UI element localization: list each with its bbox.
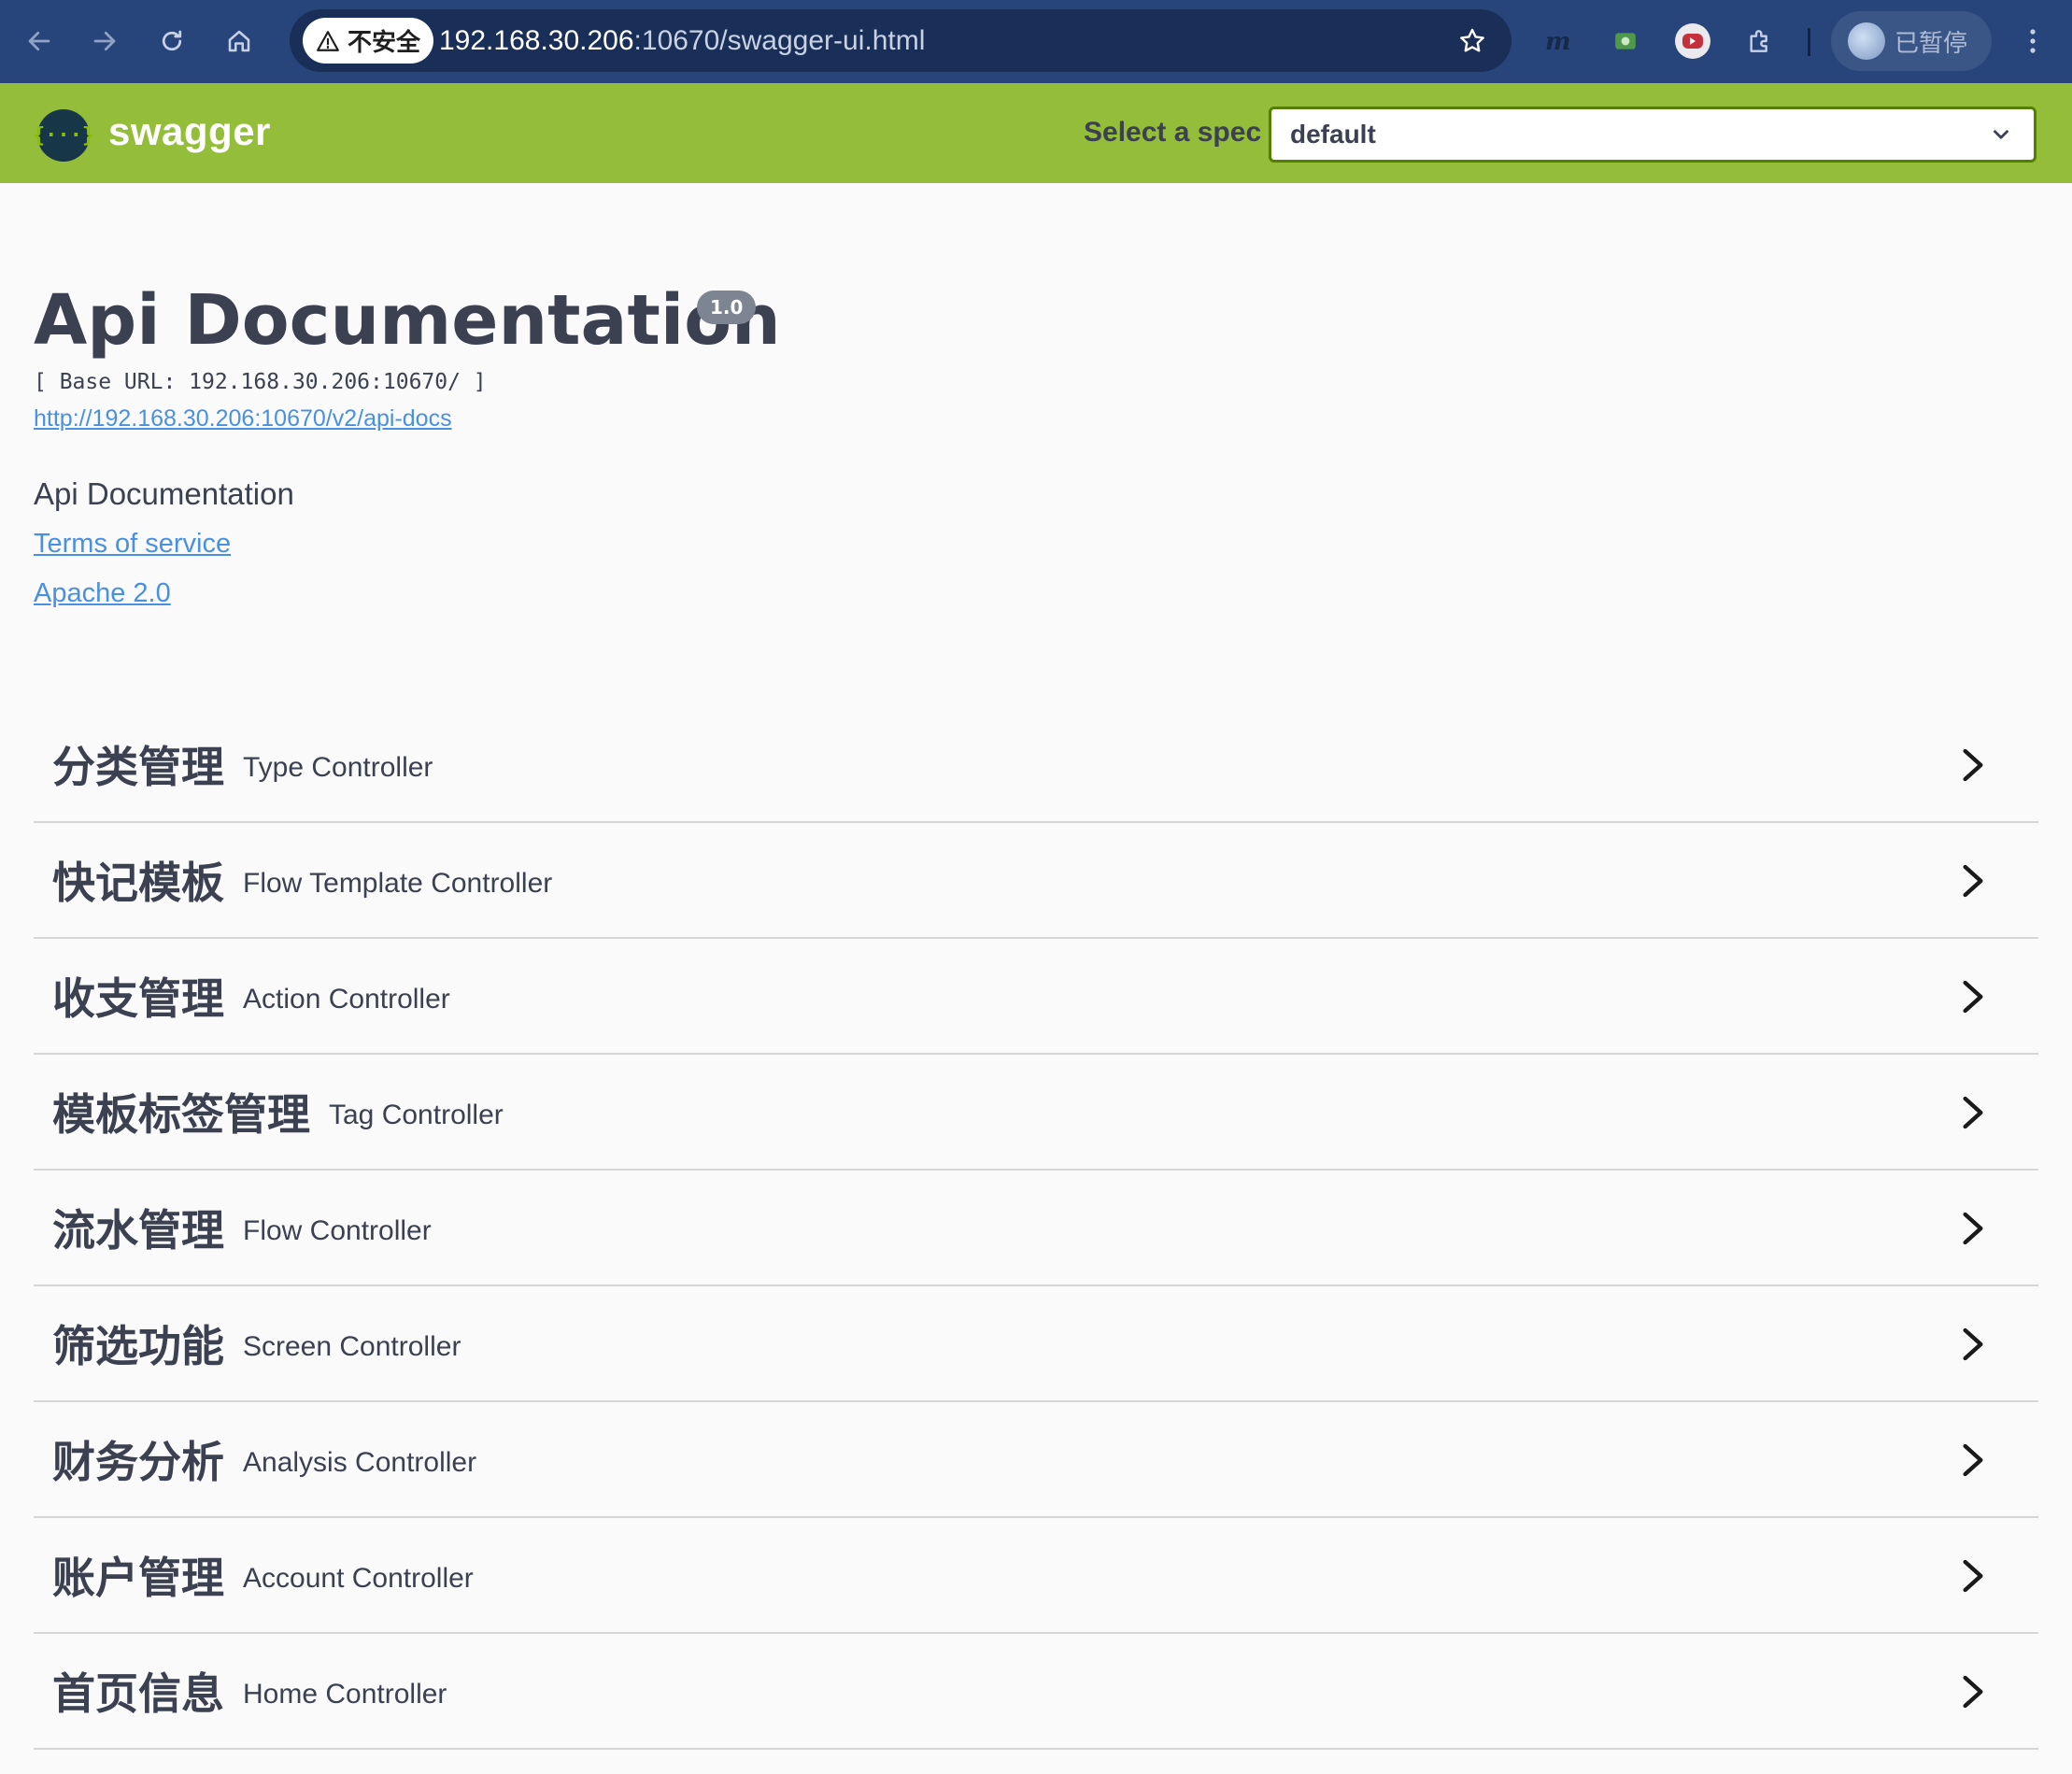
chevron-right-icon [1963, 1559, 1983, 1593]
reload-button[interactable] [151, 21, 192, 62]
spec-select-value: default [1290, 120, 1376, 149]
api-docs-link[interactable]: http://192.168.30.206:10670/v2/api-docs [34, 405, 452, 433]
forward-button[interactable] [84, 21, 125, 62]
tag-name: 财务分析 [52, 1437, 224, 1487]
extension-green-button[interactable] [1605, 21, 1646, 62]
terms-of-service-link[interactable]: Terms of service [34, 529, 231, 560]
address-bar[interactable]: 不安全 192.168.30.206:10670/swagger-ui.html [290, 9, 1511, 72]
tag-list: 分类管理 Type Controller 快记模板 Flow Template Con… [34, 707, 2038, 1750]
tag-name: 流水管理 [52, 1205, 224, 1256]
tag-description: Flow Controller [243, 1215, 432, 1246]
warning-icon [317, 30, 339, 51]
page-title: Api Documentation [34, 280, 781, 361]
tag-name: 模板标签管理 [52, 1089, 310, 1140]
tag-description: Flow Template Controller [243, 868, 553, 899]
api-description: Api Documentation [34, 476, 294, 511]
profile-button[interactable]: 已暂停 [1831, 11, 1992, 71]
chevron-down-icon [1994, 130, 2008, 139]
security-indicator[interactable]: 不安全 [303, 18, 433, 64]
m-extension-icon: m [1545, 28, 1571, 55]
extensions-button[interactable] [1739, 21, 1781, 62]
tag-name: 分类管理 [52, 742, 224, 792]
tag-description: Account Controller [243, 1563, 474, 1594]
swagger-topbar: {···} swagger Select a spec default [0, 83, 2072, 183]
tag-section[interactable]: 流水管理 Flow Controller [34, 1171, 2038, 1286]
tag-description: Tag Controller [329, 1100, 504, 1130]
security-label: 不安全 [347, 29, 420, 57]
home-button[interactable] [219, 21, 260, 62]
menu-button[interactable] [2012, 21, 2053, 62]
chevron-right-icon [1963, 1096, 1983, 1129]
chevron-right-icon [1963, 864, 1983, 898]
chevron-right-icon [1963, 1212, 1983, 1245]
green-extension-icon [1615, 33, 1636, 50]
svg-text:m: m [1545, 28, 1571, 55]
puzzle-icon [1750, 30, 1767, 52]
tag-description: Analysis Controller [243, 1447, 477, 1478]
tag-section[interactable]: 财务分析 Analysis Controller [34, 1402, 2038, 1518]
spec-select[interactable]: default [1269, 106, 2037, 163]
profile-status: 已暂停 [1895, 29, 1968, 58]
tag-description: Screen Controller [243, 1331, 461, 1362]
tag-section[interactable]: 筛选功能 Screen Controller [34, 1286, 2038, 1402]
tag-name: 快记模板 [52, 858, 224, 908]
chevron-right-icon [1963, 980, 1983, 1014]
tag-description: Home Controller [243, 1679, 447, 1710]
reload-icon [162, 30, 182, 51]
extension-red-button[interactable] [1672, 21, 1713, 62]
tag-name: 首页信息 [52, 1668, 224, 1719]
bookmark-button[interactable] [1454, 22, 1491, 60]
more-vert-icon [2030, 29, 2036, 53]
swagger-logo-text[interactable]: swagger [108, 109, 271, 154]
chevron-right-icon [1963, 1675, 1983, 1709]
browser-toolbar: 不安全 192.168.30.206:10670/swagger-ui.html… [0, 0, 2072, 83]
forward-arrow-icon [93, 31, 116, 51]
url-host: 192.168.30.206 [439, 25, 634, 56]
version-badge: 1.0 [697, 291, 757, 324]
logo-glyph: {···} [32, 123, 95, 148]
tag-description: Type Controller [243, 752, 433, 783]
tag-section[interactable]: 快记模板 Flow Template Controller [34, 823, 2038, 939]
toolbar-separator [1808, 28, 1810, 56]
chevron-right-icon [1963, 748, 1983, 782]
select-spec-label: Select a spec [1084, 117, 1262, 148]
tag-section[interactable]: 收支管理 Action Controller [34, 939, 2038, 1055]
swagger-logo-icon[interactable]: {···} [33, 109, 94, 162]
license-link[interactable]: Apache 2.0 [34, 578, 171, 609]
tag-description: Action Controller [243, 984, 450, 1015]
back-button[interactable] [19, 21, 60, 62]
avatar [1848, 22, 1885, 60]
home-icon [228, 30, 250, 52]
tag-name: 筛选功能 [52, 1321, 224, 1371]
tag-section[interactable]: 模板标签管理 Tag Controller [34, 1055, 2038, 1171]
tag-name: 收支管理 [52, 973, 224, 1024]
video-extension-icon [1675, 23, 1710, 59]
chevron-right-icon [1963, 1443, 1983, 1477]
back-arrow-icon [28, 31, 50, 51]
tag-section[interactable]: 账户管理 Account Controller [34, 1518, 2038, 1634]
url-text[interactable]: 192.168.30.206:10670/swagger-ui.html [439, 9, 925, 72]
url-path: :10670/swagger-ui.html [633, 25, 926, 56]
tag-name: 账户管理 [52, 1553, 224, 1603]
extension-m-button[interactable]: m [1540, 21, 1581, 62]
star-icon [1460, 28, 1484, 52]
tag-section[interactable]: 首页信息 Home Controller [34, 1634, 2038, 1750]
tag-section[interactable]: 分类管理 Type Controller [34, 707, 2038, 823]
chevron-right-icon [1963, 1327, 1983, 1361]
base-url: [ Base URL: 192.168.30.206:10670/ ] [34, 370, 487, 394]
